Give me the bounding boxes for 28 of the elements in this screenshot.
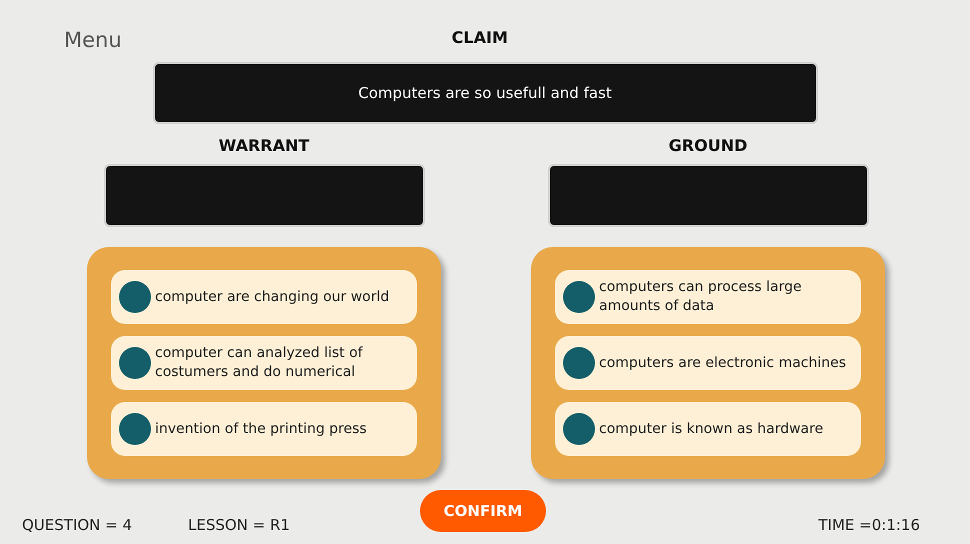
question-counter: QUESTION = 4: [22, 514, 134, 536]
answer-slot[interactable]: [548, 164, 868, 227]
drag-handle-icon[interactable]: [563, 413, 595, 445]
column-heading: WARRANT: [218, 135, 310, 156]
drag-handle-icon[interactable]: [563, 347, 595, 379]
option-text: computers can process large amounts of data: [599, 278, 803, 316]
option-card[interactable]: computers can process large amounts of data: [555, 270, 861, 324]
option-text: invention of the printing press: [155, 420, 367, 438]
answer-slot[interactable]: [104, 164, 424, 227]
option-text: computer can analyzed list of costumers and do numerical: [155, 344, 364, 382]
lesson-label: LESSON = R1: [188, 514, 290, 536]
column-heading: GROUND: [668, 135, 748, 156]
drag-handle-icon[interactable]: [119, 347, 151, 379]
option-card[interactable]: computer are changing our world: [111, 270, 417, 324]
option-text: computers are electronic machines: [599, 354, 846, 372]
option-text: computer is known as hardware: [599, 420, 824, 438]
timer: TIME =0:1:16: [818, 514, 920, 536]
claim-heading: CLAIM: [452, 30, 508, 46]
option-card[interactable]: invention of the printing press: [111, 402, 417, 456]
menu-link[interactable]: Menu: [64, 30, 122, 51]
option-text: computer are changing our world: [155, 288, 390, 306]
option-card[interactable]: computers are electronic machines: [555, 336, 861, 390]
option-card[interactable]: computer can analyzed list of costumers and do numerical: [111, 336, 417, 390]
drag-handle-icon[interactable]: [119, 413, 151, 445]
drag-handle-icon[interactable]: [119, 281, 151, 313]
claim-box: Computers are so usefull and fast: [152, 62, 818, 124]
drag-handle-icon[interactable]: [563, 281, 595, 313]
option-card[interactable]: computer is known as hardware: [555, 402, 861, 456]
